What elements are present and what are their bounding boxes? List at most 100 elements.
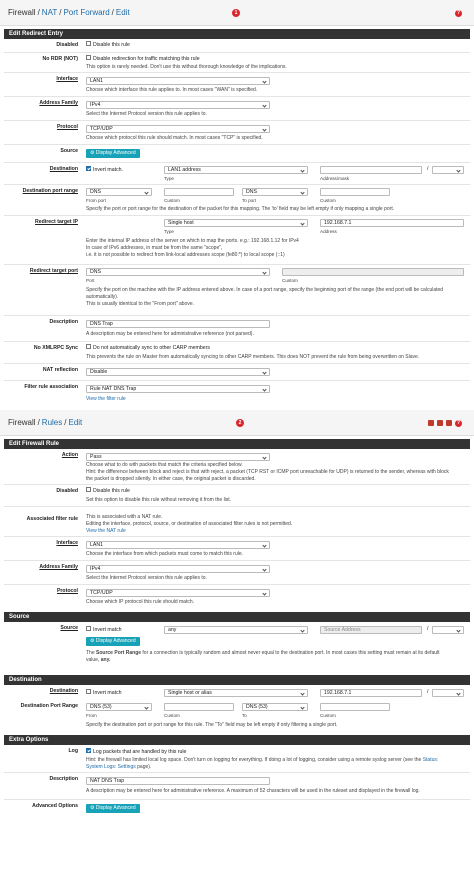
status-link[interactable]: Status: bbox=[423, 757, 439, 763]
dport-to-custom-input[interactable] bbox=[320, 188, 390, 196]
dport-to-select-2[interactable]: DNS (53) bbox=[242, 703, 308, 711]
dport-from-custom-input-2[interactable] bbox=[164, 703, 234, 711]
label-filter-assoc: Filter rule association bbox=[24, 384, 78, 390]
source-slash: / bbox=[427, 626, 429, 632]
dport-to-caption-2: To bbox=[242, 713, 247, 718]
family-select-2[interactable]: IPv4 bbox=[86, 565, 270, 573]
label-disabled: Disabled bbox=[56, 42, 78, 48]
destination-type-select[interactable]: LAN1 address bbox=[164, 166, 308, 174]
destination-address-input-2[interactable]: 192.168.7.1 bbox=[320, 689, 422, 697]
redirect-ip-type-caption: Type bbox=[164, 229, 174, 234]
label-family-2: Address Family bbox=[39, 564, 78, 570]
crumb-edit[interactable]: Edit bbox=[116, 8, 130, 18]
label-action: Action bbox=[61, 452, 78, 458]
destination-type-caption: Type bbox=[164, 176, 174, 181]
source-display-advanced-button[interactable]: Display Advanced bbox=[86, 149, 140, 158]
label-dport: Destination port range bbox=[22, 188, 78, 194]
row-advanced: Advanced Options Display Advanced bbox=[4, 800, 470, 820]
dport-from-caption: From port bbox=[86, 198, 106, 203]
redirect-ip-type-select[interactable]: Single host bbox=[164, 219, 308, 227]
label-log: Log bbox=[68, 748, 78, 754]
table-icon[interactable] bbox=[446, 420, 452, 426]
disabled-check-label: Disable this rule bbox=[93, 42, 130, 48]
source-invert-checkbox[interactable] bbox=[86, 626, 91, 632]
source-type-select[interactable]: any bbox=[164, 626, 308, 634]
dport-custom2-caption-2: Custom bbox=[320, 713, 336, 718]
row-source-2: Source Invert match any Source Address /… bbox=[4, 622, 470, 672]
crumb-rules[interactable]: Rules bbox=[42, 418, 62, 428]
description-rule-input[interactable]: NAT DNS Trap bbox=[86, 777, 270, 785]
source-mask-select[interactable] bbox=[432, 626, 464, 634]
view-nat-rule-link[interactable]: View the NAT rule bbox=[86, 528, 126, 534]
destination-mask-select-2[interactable] bbox=[432, 689, 464, 697]
view-filter-rule-link[interactable]: View the filter rule bbox=[86, 396, 126, 402]
label-interface: Interface bbox=[56, 76, 78, 82]
protocol-select-2[interactable]: TCP/UDP bbox=[86, 589, 270, 597]
reflection-select[interactable]: Disable bbox=[86, 368, 270, 376]
redirect-ip-hint2: In case of IPv6 addresses, in must be fr… bbox=[86, 245, 223, 251]
nordr-checkbox[interactable] bbox=[86, 55, 91, 61]
dport-from-custom-input[interactable] bbox=[164, 188, 234, 196]
xmlrpc-checkbox[interactable] bbox=[86, 344, 91, 350]
interface-select[interactable]: LAN1 bbox=[86, 77, 270, 85]
source-hint1: The Source Port Range for a connection i… bbox=[86, 650, 440, 656]
chart-icon[interactable] bbox=[428, 420, 434, 426]
crumb-port-forward[interactable]: Port Forward bbox=[63, 8, 109, 18]
list-icon[interactable] bbox=[437, 420, 443, 426]
action-select[interactable]: Pass bbox=[86, 453, 270, 461]
log-checkbox[interactable] bbox=[86, 748, 91, 754]
help-icon[interactable]: ? bbox=[455, 10, 462, 17]
source-invert-label: Invert match bbox=[93, 627, 122, 633]
destination-address-caption: Address/mask bbox=[320, 176, 350, 181]
source-display-advanced-button-2[interactable]: Display Advanced bbox=[86, 637, 140, 646]
xmlrpc-hint: This prevents the rule on Master from au… bbox=[86, 354, 420, 360]
destination-address-input[interactable] bbox=[320, 166, 422, 174]
disabled-checkbox-2[interactable] bbox=[86, 487, 91, 493]
destination-invert-checkbox[interactable] bbox=[86, 166, 91, 172]
redirect-port-custom-input[interactable] bbox=[282, 268, 464, 276]
label-xmlrpc: No XMLRPC Sync bbox=[33, 345, 78, 351]
label-description-nat: Description bbox=[49, 319, 78, 325]
row-interface: Interface LAN1 Choose which interface th… bbox=[4, 73, 470, 97]
dport-to-select[interactable]: DNS bbox=[242, 188, 308, 196]
redirect-port-hint3: This is usually identical to the "From p… bbox=[86, 301, 195, 307]
row-filter-assoc: Filter rule association Rule NAT DNS Tra… bbox=[4, 381, 470, 407]
dport-from-select-2[interactable]: DNS (53) bbox=[86, 703, 152, 711]
redirect-ip-address-input[interactable]: 192.168.7.1 bbox=[320, 219, 464, 227]
crumb-firewall: Firewall bbox=[8, 7, 36, 17]
redirect-port-select[interactable]: DNS bbox=[86, 268, 270, 276]
source-hint2-bold: any. bbox=[100, 657, 111, 663]
assoc-hint1: This is associated with a NAT rule. bbox=[86, 514, 163, 520]
dport-to-custom-input-2[interactable] bbox=[320, 703, 390, 711]
destination-mask-select[interactable] bbox=[432, 166, 464, 174]
destination-type-select-2[interactable]: Single host or alias bbox=[164, 689, 308, 697]
row-reflection: NAT reflection Disable bbox=[4, 364, 470, 381]
protocol-select[interactable]: TCP/UDP bbox=[86, 125, 270, 133]
row-family: Address Family IPv4 Select the Internet … bbox=[4, 97, 470, 121]
system-logs-settings-link[interactable]: System Logs: Settings bbox=[86, 764, 136, 770]
destination-invert-label: Invert match. bbox=[93, 167, 123, 173]
label-redirect-port: Redirect target port bbox=[29, 268, 78, 274]
help-icon-2[interactable]: ? bbox=[455, 420, 462, 427]
label-protocol-2: Protocol bbox=[56, 588, 78, 594]
crumb-nat[interactable]: NAT bbox=[42, 8, 57, 18]
crumb-edit-2[interactable]: Edit bbox=[68, 418, 82, 428]
log-hint2-text: page). bbox=[135, 764, 152, 770]
annotation-badge-1: 1 bbox=[232, 9, 240, 17]
disabled-checkbox[interactable] bbox=[86, 41, 91, 47]
destination-invert-checkbox-2[interactable] bbox=[86, 689, 91, 695]
filter-assoc-select[interactable]: Rule NAT DNS Trap bbox=[86, 385, 270, 393]
label-advanced: Advanced Options bbox=[32, 803, 78, 809]
source-address-input[interactable]: Source Address bbox=[320, 626, 422, 634]
xmlrpc-check-label: Do not automatically sync to other CARP … bbox=[93, 345, 210, 351]
row-description-rule: Description NAT DNS Trap A description m… bbox=[4, 773, 470, 800]
description-nat-input[interactable]: DNS Trap bbox=[86, 320, 270, 328]
family-hint-2: Select the Internet Protocol version thi… bbox=[86, 575, 207, 581]
dport-to-caption: To port bbox=[242, 198, 257, 203]
interface-select-2[interactable]: LAN1 bbox=[86, 541, 270, 549]
family-select[interactable]: IPv4 bbox=[86, 101, 270, 109]
assoc-hint2: Editing the interface, protocol, source,… bbox=[86, 521, 293, 527]
advanced-display-advanced-button[interactable]: Display Advanced bbox=[86, 804, 140, 813]
dport-from-select[interactable]: DNS bbox=[86, 188, 152, 196]
redirect-port-hint1: Specify the port on the machine with the… bbox=[86, 287, 444, 293]
